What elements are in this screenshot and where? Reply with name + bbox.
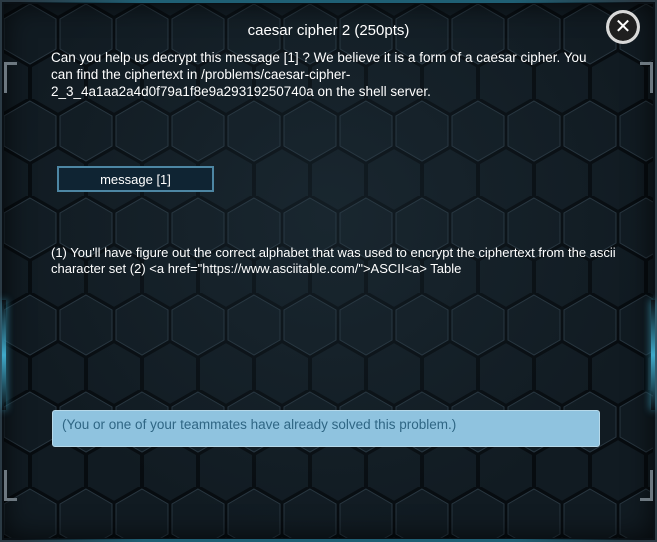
problem-description: Can you help us decrypt this message [1]…	[51, 50, 587, 99]
frame-left-glow	[2, 300, 6, 410]
solved-notice: (You or one of your teammates have alrea…	[52, 410, 600, 447]
close-icon: ✕	[610, 14, 636, 40]
frame-bracket-bottom-right	[640, 470, 653, 501]
frame-bracket-top-right	[640, 62, 653, 93]
problem-hint: (1) You'll have figure out the correct a…	[51, 245, 616, 276]
frame-right-glow	[651, 300, 655, 410]
close-button[interactable]: ✕	[606, 10, 640, 44]
frame-bracket-top-left	[4, 62, 17, 93]
frame-bracket-bottom-left	[4, 470, 17, 501]
frame-top-glow	[20, 0, 637, 3]
modal-title: caesar cipher 2 (250pts)	[247, 22, 410, 39]
message-button[interactable]: message [1]	[57, 166, 214, 192]
